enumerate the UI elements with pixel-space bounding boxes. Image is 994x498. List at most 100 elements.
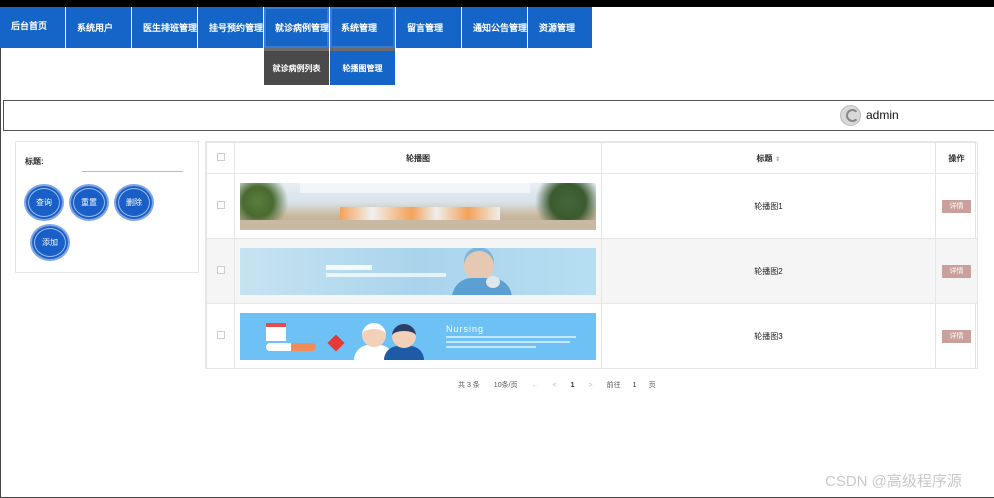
image-counter — [340, 206, 500, 221]
carousel-image-hospital-lobby — [240, 182, 596, 230]
image-text-line — [326, 272, 446, 277]
image-text-line — [446, 345, 536, 348]
nav-item-system-users[interactable]: 系统用户 — [66, 7, 132, 48]
nav-item-label: 资源管理 — [539, 23, 576, 33]
row-select-cell — [206, 238, 235, 304]
image-doctor-body — [384, 345, 424, 360]
row-checkbox[interactable] — [216, 331, 225, 339]
image-text-line — [446, 335, 576, 338]
nav-item-home[interactable]: 后台首页 — [0, 7, 66, 48]
pagination-total: 共 3 条 — [458, 382, 480, 389]
title-search-label: 标题: — [25, 157, 44, 166]
header-title[interactable]: 标题 ⇕ — [601, 142, 936, 174]
submenu-system-management: 轮播图管理 — [330, 48, 395, 85]
title-cell: 轮播图2 — [601, 238, 936, 304]
reset-button[interactable]: 重置 — [69, 184, 109, 221]
goto-page-input[interactable]: 1 — [629, 382, 641, 389]
nav-item-resources[interactable]: 资源管理 — [528, 7, 593, 48]
table-row: Nursing 轮播图3 详情 — [206, 303, 978, 369]
row-select-cell — [206, 173, 235, 239]
image-doctor-head — [392, 323, 416, 348]
nav-item-label: 留言管理 — [407, 23, 444, 33]
image-ceiling — [300, 182, 530, 193]
image-cell: Nursing — [234, 303, 602, 369]
submenu-item-case-list[interactable]: 就诊病例列表 — [264, 48, 329, 85]
nav-item-label: 后台首页 — [11, 21, 48, 31]
delete-button[interactable]: 删除 — [114, 184, 154, 221]
nav-item-label: 系统管理 — [341, 23, 378, 33]
prev-page-icon[interactable]: < — [553, 382, 557, 389]
page-number-current[interactable]: 1 — [571, 382, 575, 389]
image-nursing-word: Nursing — [446, 323, 485, 334]
pagination: 共 3 条 10条/页 ← < 1 > 前往 1 页 — [458, 380, 670, 390]
nav-item-appointments[interactable]: 挂号预约管理 — [198, 7, 264, 48]
title-cell: 轮播图3 — [601, 303, 936, 369]
table-row: 轮播图2 详情 — [206, 238, 978, 304]
nav-item-doctor-schedule[interactable]: 医生排班管理 — [132, 7, 198, 48]
row-checkbox[interactable] — [216, 266, 225, 274]
sort-icon[interactable]: ⇕ — [775, 156, 781, 163]
image-floor — [240, 219, 596, 230]
image-cell — [234, 173, 602, 239]
carousel-image-nursing: Nursing — [240, 312, 596, 360]
user-name[interactable]: admin — [866, 108, 899, 122]
image-cell — [234, 238, 602, 304]
select-all-cell — [206, 142, 235, 174]
nav-item-label: 就诊病例管理 — [275, 23, 330, 33]
query-button-label: 查询 — [36, 198, 52, 207]
goto-label: 前往 — [606, 382, 621, 389]
table-row: 轮播图1 详情 — [206, 173, 978, 239]
image-text-line — [446, 340, 570, 343]
search-panel: 标题: 查询 重置 删除 添加 — [15, 141, 199, 273]
nav-item-label: 医生排班管理 — [143, 23, 198, 33]
row-checkbox[interactable] — [216, 201, 225, 209]
prev-more-icon[interactable]: ← — [532, 382, 539, 389]
action-cell: 详情 — [935, 303, 978, 369]
nav-item-notices[interactable]: 通知公告管理 — [462, 7, 528, 48]
submenu-item-label: 轮播图管理 — [342, 63, 383, 73]
query-button[interactable]: 查询 — [24, 184, 64, 221]
heart-icon — [327, 334, 345, 351]
table-header-row: 轮播图 标题 ⇕ 操作 — [206, 142, 978, 174]
select-all-checkbox[interactable] — [216, 153, 225, 161]
nav-item-label: 系统用户 — [77, 23, 114, 33]
title-cell: 轮播图1 — [601, 173, 936, 239]
header-title-label: 标题 — [756, 153, 773, 163]
reset-button-label: 重置 — [81, 198, 97, 207]
nav-item-system-management[interactable]: 系统管理 — [330, 7, 396, 48]
carousel-image-doctor-banner — [240, 247, 596, 295]
carousel-table: 轮播图 标题 ⇕ 操作 轮播图1 详情 轮播图2 详情 Nursing 轮播图3… — [205, 141, 978, 369]
page-size-select[interactable]: 10条/页 — [494, 380, 518, 390]
image-text-line — [326, 264, 372, 270]
page-unit-label: 页 — [648, 382, 656, 389]
submenu-item-carousel-management[interactable]: 轮播图管理 — [330, 48, 395, 85]
image-nurse-head — [362, 322, 386, 347]
submenu-medical-cases: 就诊病例列表 — [264, 48, 329, 85]
detail-button[interactable]: 详情 — [942, 264, 971, 278]
action-cell: 详情 — [935, 173, 978, 239]
nav-item-messages[interactable]: 留言管理 — [396, 7, 462, 48]
action-cell: 详情 — [935, 238, 978, 304]
next-page-icon[interactable]: > — [589, 382, 593, 389]
header-action: 操作 — [935, 142, 978, 174]
row-select-cell — [206, 303, 235, 369]
title-search-input[interactable] — [82, 154, 183, 172]
nav-item-label: 通知公告管理 — [473, 23, 528, 33]
header-image: 轮播图 — [234, 142, 602, 174]
detail-button[interactable]: 详情 — [942, 329, 971, 343]
detail-button[interactable]: 详情 — [942, 199, 971, 213]
user-bar: admin — [3, 100, 994, 131]
add-button[interactable]: 添加 — [30, 224, 70, 261]
calendar-icon — [266, 322, 286, 341]
frame-left-border — [0, 48, 1, 498]
watermark: CSDN @高级程序源 — [825, 473, 962, 490]
image-doctor-body — [452, 277, 512, 295]
pill-icon — [266, 342, 316, 351]
avatar-icon[interactable] — [840, 105, 861, 126]
nav-item-medical-cases[interactable]: 就诊病例管理 — [264, 7, 330, 48]
image-doctor-hand — [486, 275, 500, 288]
add-button-label: 添加 — [42, 238, 58, 247]
top-black-strip — [0, 0, 994, 7]
nav-item-label: 挂号预约管理 — [209, 23, 264, 33]
submenu-item-label: 就诊病例列表 — [272, 63, 321, 73]
